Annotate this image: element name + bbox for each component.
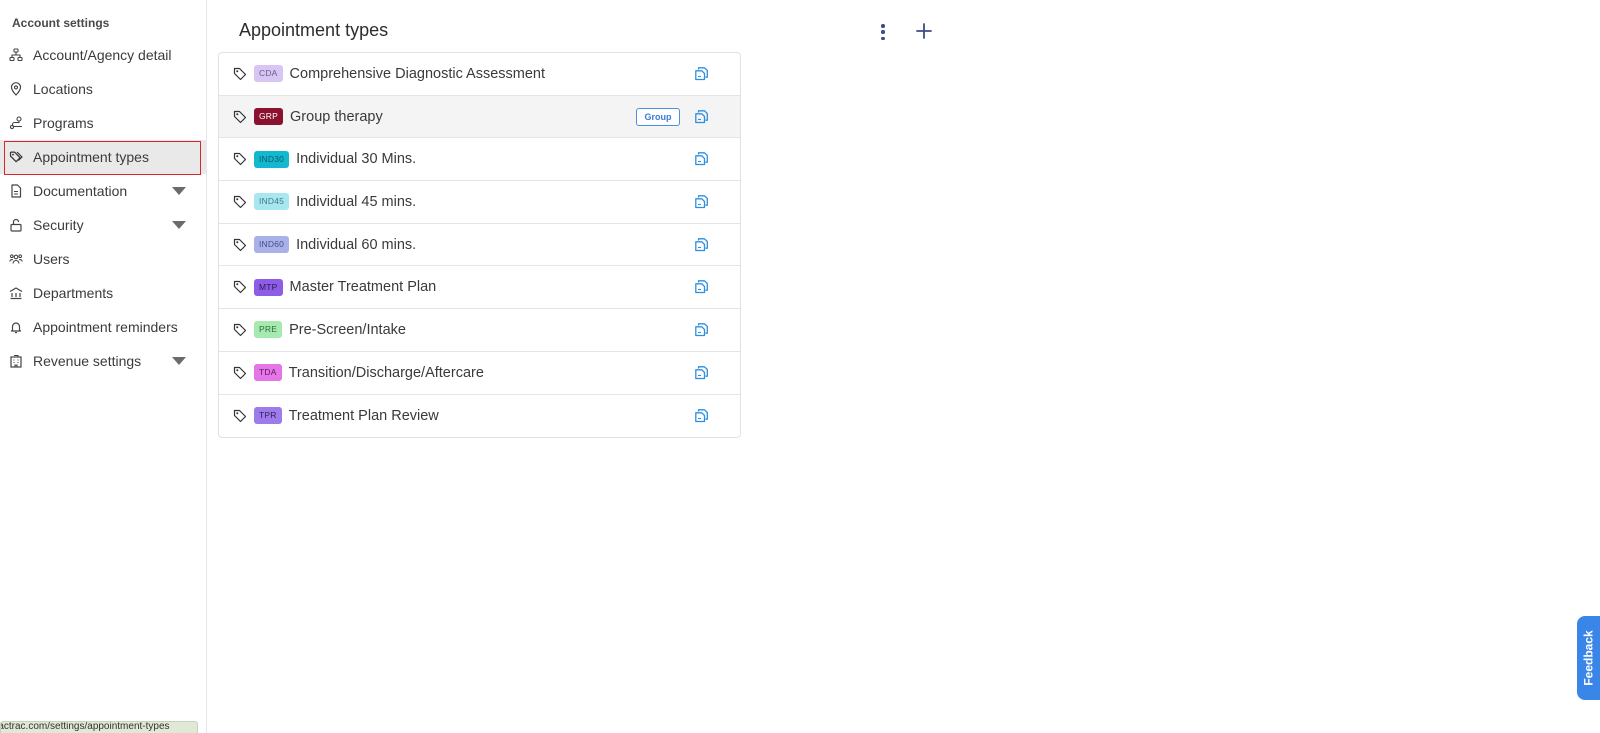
appointment-type-name: Group therapy xyxy=(290,108,383,125)
sidebar-heading: Account settings xyxy=(12,16,110,30)
tag-icon xyxy=(233,409,247,423)
appointment-type-row[interactable]: TDA Transition/Discharge/Aftercare xyxy=(219,352,740,395)
copy-icon[interactable] xyxy=(694,322,710,338)
tag-icon xyxy=(233,280,247,294)
appointment-code-badge: IND45 xyxy=(254,193,290,211)
settings-sidebar: Account settings Account/Agency detail Lo… xyxy=(0,0,207,733)
appointment-type-row[interactable]: IND45 Individual 45 mins. xyxy=(219,181,740,224)
copy-icon[interactable] xyxy=(694,279,710,295)
copy-icon[interactable] xyxy=(694,237,710,253)
appointment-type-row[interactable]: MTP Master Treatment Plan xyxy=(219,266,740,310)
users-icon xyxy=(8,251,24,267)
tag-icon xyxy=(233,67,247,81)
appointment-type-name: Individual 60 mins. xyxy=(296,236,417,253)
copy-icon[interactable] xyxy=(694,408,710,424)
plus-icon xyxy=(916,23,932,39)
sidebar-item-security[interactable]: Security xyxy=(0,208,206,242)
sidebar-item-label: Revenue settings xyxy=(33,353,142,369)
route-icon xyxy=(8,115,24,131)
appointment-types-list: CDA Comprehensive Diagnostic Assessment GR… xyxy=(218,52,741,439)
unlock-icon xyxy=(8,217,24,233)
add-appointment-type-button[interactable] xyxy=(912,19,936,43)
page-title: Appointment types xyxy=(239,20,389,40)
sidebar-item-revenue-settings[interactable]: Revenue settings xyxy=(0,344,206,378)
appointment-type-name: Comprehensive Diagnostic Assessment xyxy=(289,65,546,82)
feedback-button[interactable]: Feedback xyxy=(1577,616,1600,700)
tag-icon xyxy=(233,366,247,380)
appointment-type-name: Transition/Discharge/Aftercare xyxy=(288,364,484,381)
appointment-code-badge: IND30 xyxy=(254,150,290,168)
group-chip: Group xyxy=(636,107,680,126)
sidebar-item-departments[interactable]: Departments xyxy=(0,276,206,310)
building-icon xyxy=(8,353,24,369)
copy-icon[interactable] xyxy=(694,151,710,167)
appointment-type-name: Pre-Screen/Intake xyxy=(289,321,406,338)
appointment-code-badge: TPR xyxy=(254,407,282,425)
more-dot-icon xyxy=(881,36,885,40)
caret-down-icon[interactable] xyxy=(172,357,186,365)
tags-icon xyxy=(8,149,24,165)
bell-icon xyxy=(8,319,24,335)
tag-icon xyxy=(233,152,247,166)
appointment-type-row[interactable]: PRE Pre-Screen/Intake xyxy=(219,309,740,352)
copy-icon[interactable] xyxy=(694,194,710,210)
appointment-type-row[interactable]: IND60 Individual 60 mins. xyxy=(219,224,740,267)
sidebar-item-appointment-types[interactable]: Appointment types xyxy=(0,140,206,175)
tag-icon xyxy=(233,195,247,209)
appointment-code-badge: PRE xyxy=(254,321,283,339)
sidebar-nav: Account/Agency detail Locations Programs Ap… xyxy=(0,38,206,378)
tag-icon xyxy=(233,110,247,124)
sidebar-item-label: Security xyxy=(33,217,84,233)
sidebar-item-label: Locations xyxy=(33,81,93,97)
appointment-type-name: Individual 30 Mins. xyxy=(296,151,417,168)
appointment-code-badge: MTP xyxy=(254,278,283,296)
appointment-code-badge: TDA xyxy=(254,364,282,382)
main-content: Appointment types CDA Comprehensive Diagn… xyxy=(207,0,1600,733)
appointment-type-name: Master Treatment Plan xyxy=(289,279,437,296)
tag-icon xyxy=(233,238,247,252)
copy-icon[interactable] xyxy=(694,66,710,82)
appointment-type-row[interactable]: IND30 Individual 30 Mins. xyxy=(219,138,740,182)
appointment-type-name: Individual 45 mins. xyxy=(296,193,417,210)
more-dot-icon xyxy=(881,24,885,28)
sidebar-item-label: Appointment reminders xyxy=(33,319,178,335)
copy-icon[interactable] xyxy=(694,109,710,125)
sidebar-item-label: Users xyxy=(33,251,70,267)
sitemap-icon xyxy=(8,47,24,63)
sidebar-item-appointment-reminders[interactable]: Appointment reminders xyxy=(0,310,206,344)
sidebar-item-locations[interactable]: Locations xyxy=(0,72,206,106)
status-bar-url: ractrac.com/settings/appointment-types xyxy=(0,721,198,733)
appointment-type-name: Treatment Plan Review xyxy=(288,407,439,424)
more-options-button[interactable] xyxy=(878,21,888,43)
sidebar-item-label: Departments xyxy=(33,285,114,301)
sidebar-item-label: Documentation xyxy=(33,183,128,199)
sidebar-item-documentation[interactable]: Documentation xyxy=(0,174,206,208)
more-dot-icon xyxy=(881,30,885,34)
sidebar-item-label: Appointment types xyxy=(33,149,149,165)
appointment-type-row[interactable]: TPR Treatment Plan Review xyxy=(219,395,740,438)
sidebar-item-programs[interactable]: Programs xyxy=(0,106,206,140)
caret-down-icon[interactable] xyxy=(172,221,186,229)
location-pin-icon xyxy=(8,81,24,97)
appointment-code-badge: IND60 xyxy=(254,236,290,254)
copy-icon[interactable] xyxy=(694,365,710,381)
sidebar-item-users[interactable]: Users xyxy=(0,242,206,276)
appointment-code-badge: CDA xyxy=(254,65,283,83)
document-icon xyxy=(8,183,24,199)
appointment-type-row[interactable]: CDA Comprehensive Diagnostic Assessment xyxy=(219,53,740,96)
tag-icon xyxy=(233,323,247,337)
sidebar-item-account-agency-detail[interactable]: Account/Agency detail xyxy=(0,38,206,72)
appointment-type-row[interactable]: GRP Group therapy Group xyxy=(219,95,740,139)
sidebar-item-label: Account/Agency detail xyxy=(33,47,172,63)
appointment-code-badge: GRP xyxy=(254,108,284,126)
sidebar-item-label: Programs xyxy=(33,115,94,131)
caret-down-icon[interactable] xyxy=(172,187,186,195)
building-columns-icon xyxy=(8,285,24,301)
